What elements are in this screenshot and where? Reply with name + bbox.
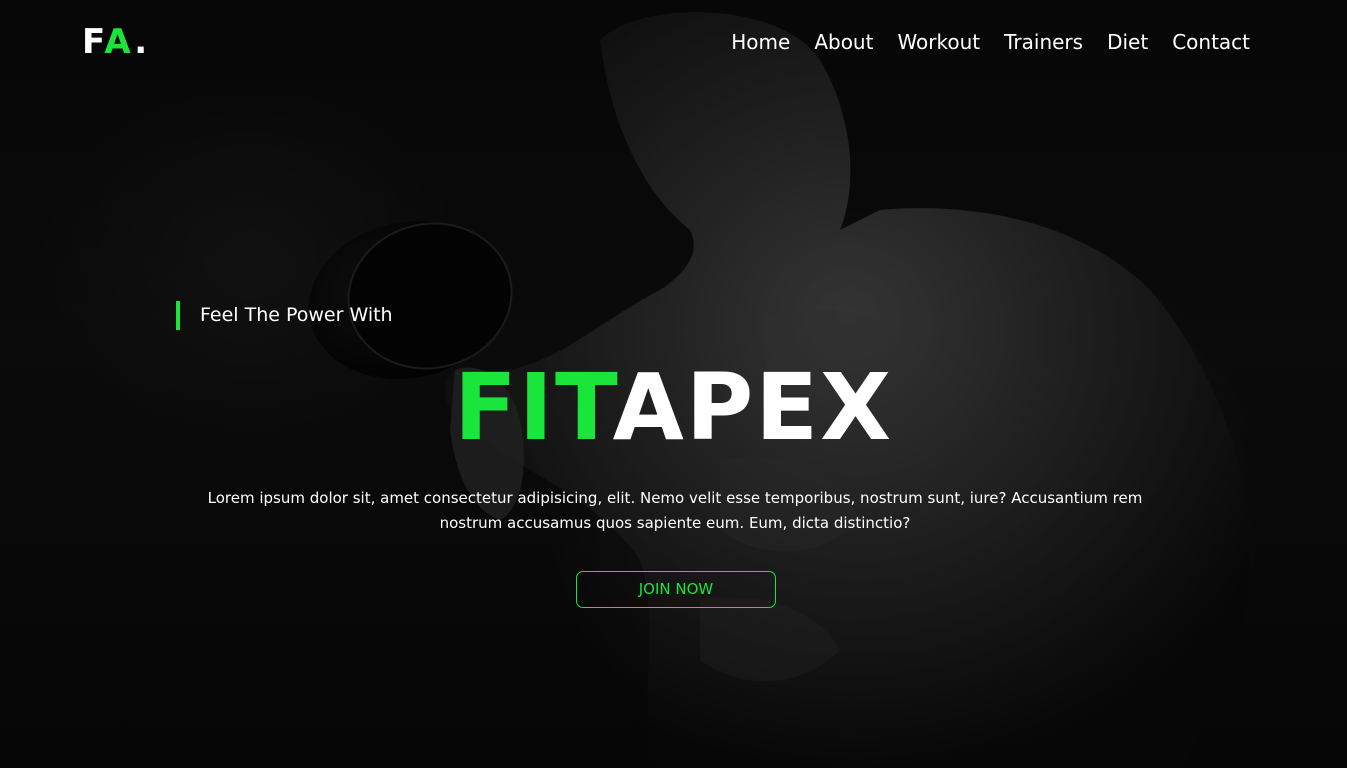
nav-workout[interactable]: Workout bbox=[897, 28, 980, 56]
hero-title-accent: FIT bbox=[453, 354, 613, 461]
top-navbar: FA. Home About Workout Trainers Diet Con… bbox=[0, 0, 1347, 84]
nav-diet[interactable]: Diet bbox=[1107, 28, 1148, 56]
nav-contact[interactable]: Contact bbox=[1172, 28, 1250, 56]
brand-logo[interactable]: FA. bbox=[82, 22, 150, 62]
logo-letter-a: A bbox=[104, 22, 135, 62]
nav-about[interactable]: About bbox=[814, 28, 873, 56]
hero-tagline: Feel The Power With bbox=[176, 301, 393, 330]
logo-dot: . bbox=[134, 22, 151, 62]
hero-title-main: APEX bbox=[612, 354, 894, 461]
main-menu: Home About Workout Trainers Diet Contact bbox=[731, 28, 1250, 56]
nav-home[interactable]: Home bbox=[731, 28, 790, 56]
join-now-button[interactable]: JOIN NOW bbox=[576, 571, 776, 608]
hero-description: Lorem ipsum dolor sit, amet consectetur … bbox=[207, 489, 1143, 532]
logo-letter-f: F bbox=[82, 22, 105, 62]
nav-trainers[interactable]: Trainers bbox=[1004, 28, 1083, 56]
hero-section: FA. Home About Workout Trainers Diet Con… bbox=[0, 0, 1347, 768]
hero-title: FITAPEX bbox=[0, 358, 1347, 458]
